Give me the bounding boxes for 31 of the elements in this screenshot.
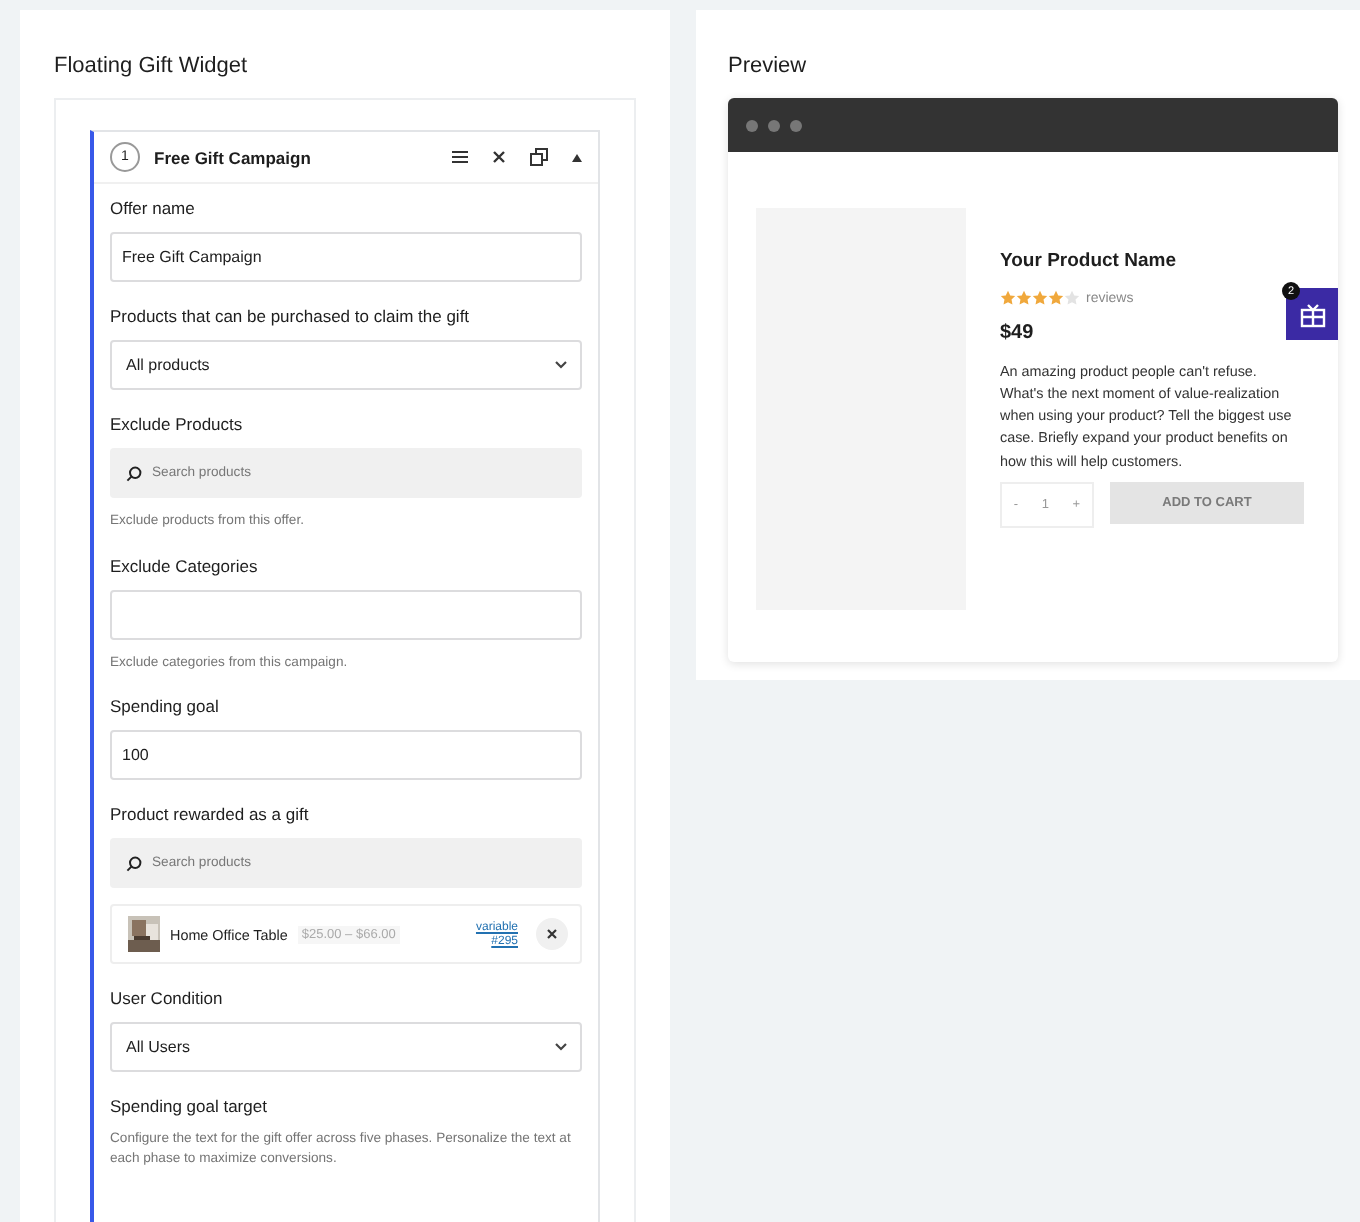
search-icon [126,465,142,481]
campaign-title: Free Gift Campaign [154,147,313,167]
select-field[interactable]: All Users [110,1022,582,1073]
remove-button[interactable] [536,918,568,951]
menu-button[interactable] [452,150,468,164]
gift-button[interactable] [1286,288,1338,340]
field-label: Exclude Categories [110,555,260,576]
field-label: Offer name [110,198,197,218]
duplicate-button[interactable] [530,148,548,166]
product-title: Your Product Name [1000,250,1178,272]
close-button[interactable] [492,150,506,164]
chevron-down-icon [554,360,568,370]
window-dots-icon [746,119,802,131]
field-label: Spending goal target [110,1096,269,1117]
field-label: Exclude Products [110,414,245,434]
chevron-down-icon [554,1042,568,1053]
text-field[interactable]: 100 [110,730,582,781]
select-field[interactable]: All products [110,340,582,390]
field-label: Spending goal [110,696,221,717]
text-field[interactable]: Free Gift Campaign [110,232,582,282]
section-title: Preview [728,54,809,78]
field-label: User Condition [110,988,225,1009]
text-field[interactable] [110,589,582,640]
search-icon [126,855,142,872]
field-label: Product rewarded as a gift [110,804,311,825]
close-icon [546,928,558,941]
gift-icon [1299,301,1325,327]
section-title: Floating Gift Widget [54,54,250,78]
product-price: $49 [1000,322,1036,344]
collapse-button[interactable] [572,153,582,161]
field-label: Products that can be purchased to claim the gift [110,306,472,326]
